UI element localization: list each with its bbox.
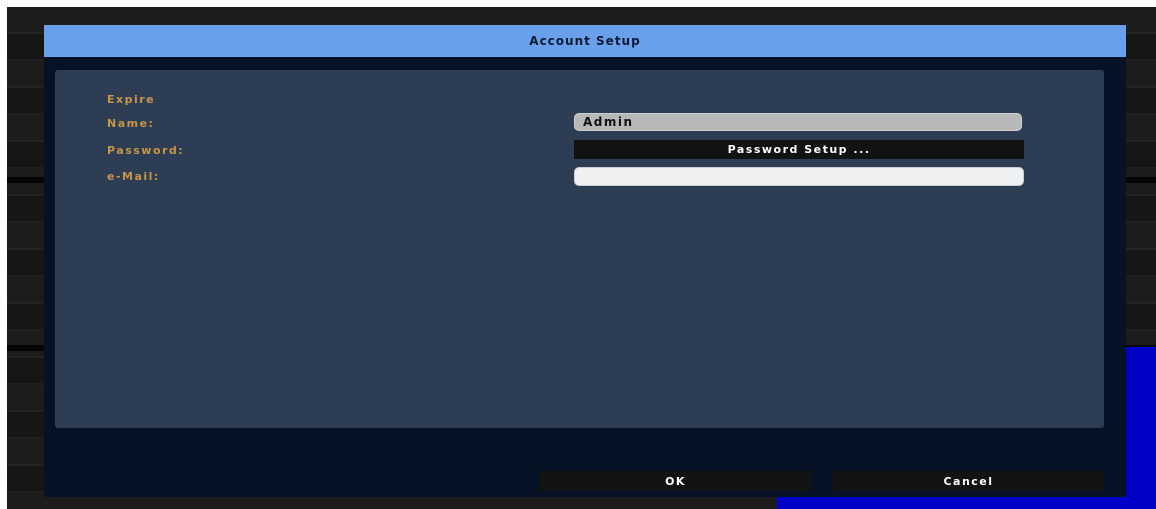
expire-label: Expire [107, 93, 156, 106]
desktop-background: Account Setup Expire Name: Password: e-M… [7, 7, 1156, 509]
email-field[interactable] [574, 167, 1024, 186]
email-label: e-Mail: [107, 170, 160, 183]
dialog-titlebar: Account Setup [44, 25, 1126, 57]
ok-button[interactable]: OK [540, 471, 811, 491]
name-label: Name: [107, 117, 155, 130]
password-label: Password: [107, 144, 185, 157]
dialog-title: Account Setup [529, 34, 641, 48]
name-field[interactable] [574, 113, 1022, 131]
cancel-button[interactable]: Cancel [833, 471, 1104, 491]
account-setup-dialog: Account Setup Expire Name: Password: e-M… [44, 25, 1126, 497]
form-panel: Expire Name: Password: e-Mail: Password … [55, 70, 1104, 428]
password-setup-button[interactable]: Password Setup ... [574, 140, 1024, 159]
